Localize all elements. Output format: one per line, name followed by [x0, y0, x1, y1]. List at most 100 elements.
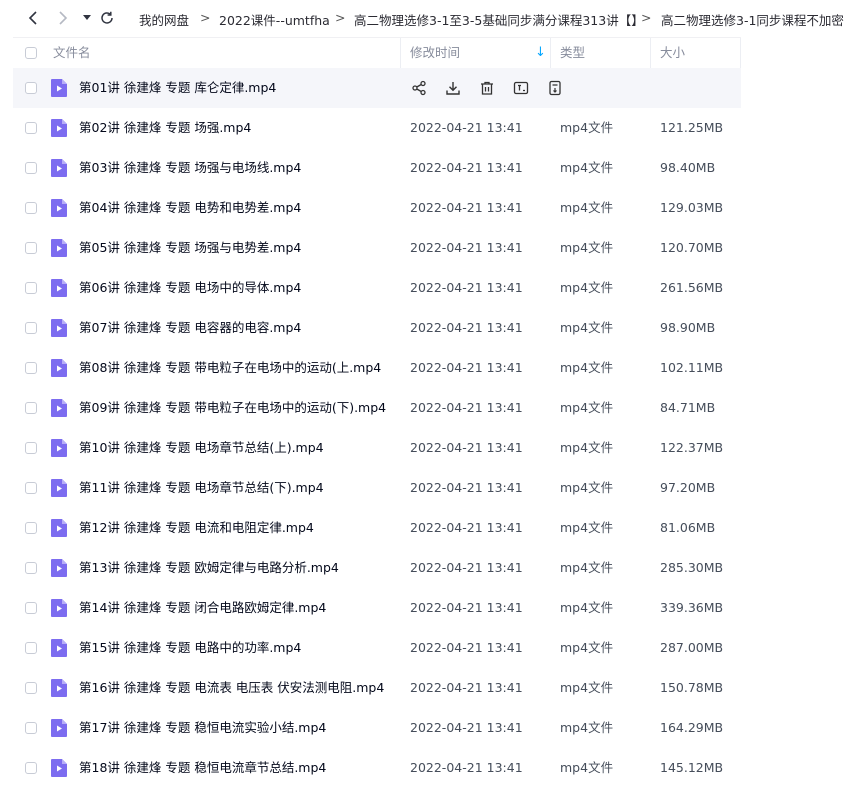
row-checkbox[interactable] — [25, 362, 37, 374]
file-row[interactable]: 第06讲 徐建烽 专题 电场中的导体.mp4 2022-04-21 13:41 mp… — [13, 268, 741, 308]
row-checkbox[interactable] — [25, 682, 37, 694]
file-size: 285.30MB — [660, 560, 724, 575]
top-navigation-bar: 我的网盘 > 2022课件--umtfha > 高二物理选修3-1至3-5基础同… — [0, 0, 846, 36]
row-checkbox[interactable] — [25, 442, 37, 454]
file-type: mp4文件 — [560, 360, 614, 375]
history-dropdown-button[interactable] — [76, 7, 98, 29]
modified-time: 2022-04-21 13:41 — [410, 720, 523, 735]
more-icon — [547, 80, 563, 96]
file-row[interactable]: 第13讲 徐建烽 专题 欧姆定律与电路分析.mp4 2022-04-21 13:4… — [13, 548, 741, 588]
row-checkbox[interactable] — [25, 762, 37, 774]
file-name[interactable]: 第03讲 徐建烽 专题 场强与电场线.mp4 — [79, 148, 301, 188]
refresh-icon — [101, 11, 113, 24]
file-row[interactable]: 第04讲 徐建烽 专题 电势和电势差.mp4 2022-04-21 13:41 mp… — [13, 188, 741, 228]
modified-time: 2022-04-21 13:41 — [410, 600, 523, 615]
file-name[interactable]: 第05讲 徐建烽 专题 场强与电势差.mp4 — [79, 228, 301, 268]
file-name[interactable]: 第06讲 徐建烽 专题 电场中的导体.mp4 — [79, 268, 301, 308]
file-name[interactable]: 第10讲 徐建烽 专题 电场章节总结(上).mp4 — [79, 428, 324, 468]
back-button[interactable] — [22, 7, 44, 29]
row-checkbox[interactable] — [25, 242, 37, 254]
row-checkbox[interactable] — [25, 562, 37, 574]
file-name[interactable]: 第11讲 徐建烽 专题 电场章节总结(下).mp4 — [79, 468, 324, 508]
sort-descending-icon[interactable]: ↓ — [535, 38, 546, 68]
file-size: 164.29MB — [660, 720, 724, 735]
file-row[interactable]: 第14讲 徐建烽 专题 闭合电路欧姆定律.mp4 2022-04-21 13:41… — [13, 588, 741, 628]
video-file-icon — [51, 79, 67, 97]
modified-time: 2022-04-21 13:41 — [410, 560, 523, 575]
video-file-icon — [51, 199, 67, 217]
file-row[interactable]: 第05讲 徐建烽 专题 场强与电势差.mp4 2022-04-21 13:41 mp… — [13, 228, 741, 268]
refresh-button[interactable] — [96, 7, 118, 29]
file-size: 120.70MB — [660, 240, 724, 255]
file-name[interactable]: 第02讲 徐建烽 专题 场强.mp4 — [79, 108, 251, 148]
chevron-left-icon — [28, 11, 37, 25]
file-name[interactable]: 第01讲 徐建烽 专题 库仑定律.mp4 — [79, 68, 276, 108]
row-checkbox[interactable] — [25, 482, 37, 494]
column-header-size[interactable]: 大小 — [660, 38, 685, 68]
row-checkbox[interactable] — [25, 322, 37, 334]
video-file-icon — [51, 279, 67, 297]
file-row[interactable]: 第03讲 徐建烽 专题 场强与电场线.mp4 2022-04-21 13:41 mp… — [13, 148, 741, 188]
file-name[interactable]: 第04讲 徐建烽 专题 电势和电势差.mp4 — [79, 188, 301, 228]
file-row[interactable]: 第15讲 徐建烽 专题 电路中的功率.mp4 2022-04-21 13:41 mp… — [13, 628, 741, 668]
breadcrumb-item[interactable]: 2022课件--umtfha — [219, 10, 330, 29]
file-size: 98.40MB — [660, 160, 716, 175]
breadcrumb-current: 高二物理选修3-1同步课程不加密 徐 — [661, 13, 846, 28]
file-row[interactable]: 第01讲 徐建烽 专题 库仑定律.mp4 — [13, 68, 741, 108]
file-row[interactable]: 第18讲 徐建烽 专题 稳恒电流章节总结.mp4 2022-04-21 13:41… — [13, 748, 741, 788]
share-button[interactable] — [410, 79, 428, 97]
file-name[interactable]: 第12讲 徐建烽 专题 电流和电阻定律.mp4 — [79, 508, 314, 548]
file-name[interactable]: 第09讲 徐建烽 专题 带电粒子在电场中的运动(下).mp4 — [79, 388, 386, 428]
row-checkbox[interactable] — [25, 522, 37, 534]
rename-button[interactable] — [512, 79, 530, 97]
row-checkbox[interactable] — [25, 642, 37, 654]
modified-time: 2022-04-21 13:41 — [410, 280, 523, 295]
row-checkbox[interactable] — [25, 402, 37, 414]
file-row[interactable]: 第09讲 徐建烽 专题 带电粒子在电场中的运动(下).mp4 2022-04-21… — [13, 388, 741, 428]
file-row[interactable]: 第10讲 徐建烽 专题 电场章节总结(上).mp4 2022-04-21 13:4… — [13, 428, 741, 468]
more-button[interactable] — [546, 79, 564, 97]
forward-button[interactable] — [52, 7, 74, 29]
video-file-icon — [51, 399, 67, 417]
file-row[interactable]: 第17讲 徐建烽 专题 稳恒电流实验小结.mp4 2022-04-21 13:41… — [13, 708, 741, 748]
select-all-checkbox[interactable] — [25, 47, 37, 59]
row-checkbox[interactable] — [25, 202, 37, 214]
column-header-type[interactable]: 类型 — [560, 38, 585, 68]
modified-time: 2022-04-21 13:41 — [410, 480, 523, 495]
file-name[interactable]: 第17讲 徐建烽 专题 稳恒电流实验小结.mp4 — [79, 708, 326, 748]
file-name[interactable]: 第13讲 徐建烽 专题 欧姆定律与电路分析.mp4 — [79, 548, 339, 588]
file-row[interactable]: 第11讲 徐建烽 专题 电场章节总结(下).mp4 2022-04-21 13:4… — [13, 468, 741, 508]
file-name[interactable]: 第07讲 徐建烽 专题 电容器的电容.mp4 — [79, 308, 301, 348]
file-name[interactable]: 第08讲 徐建烽 专题 带电粒子在电场中的运动(上.mp4 — [79, 348, 381, 388]
row-checkbox[interactable] — [25, 602, 37, 614]
file-row[interactable]: 第12讲 徐建烽 专题 电流和电阻定律.mp4 2022-04-21 13:41 m… — [13, 508, 741, 548]
column-header-name[interactable]: 文件名 — [53, 38, 91, 68]
video-file-icon — [51, 639, 67, 657]
file-size: 81.06MB — [660, 520, 716, 535]
file-row[interactable]: 第07讲 徐建烽 专题 电容器的电容.mp4 2022-04-21 13:41 mp… — [13, 308, 741, 348]
column-header-modified-time[interactable]: 修改时间 — [410, 38, 460, 68]
video-file-icon — [51, 239, 67, 257]
file-row[interactable]: 第16讲 徐建烽 专题 电流表 电压表 伏安法测电阻.mp4 2022-04-21… — [13, 668, 741, 708]
video-file-icon — [51, 159, 67, 177]
breadcrumb-separator: > — [200, 10, 211, 25]
file-name[interactable]: 第18讲 徐建烽 专题 稳恒电流章节总结.mp4 — [79, 748, 326, 788]
file-size: 84.71MB — [660, 400, 716, 415]
row-checkbox[interactable] — [25, 122, 37, 134]
file-row[interactable]: 第02讲 徐建烽 专题 场强.mp4 2022-04-21 13:41 mp4文件 1… — [13, 108, 741, 148]
breadcrumb-item[interactable]: 高二物理选修3-1至3-5基础同步满分课程313讲【】 — [354, 10, 644, 29]
delete-button[interactable] — [478, 79, 496, 97]
row-checkbox[interactable] — [25, 162, 37, 174]
file-name[interactable]: 第15讲 徐建烽 专题 电路中的功率.mp4 — [79, 628, 301, 668]
row-checkbox[interactable] — [25, 82, 37, 94]
download-button[interactable] — [444, 79, 462, 97]
file-name[interactable]: 第14讲 徐建烽 专题 闭合电路欧姆定律.mp4 — [79, 588, 326, 628]
column-divider — [400, 38, 401, 68]
delete-icon — [479, 80, 495, 96]
breadcrumb-root[interactable]: 我的网盘 — [139, 10, 189, 29]
row-checkbox[interactable] — [25, 722, 37, 734]
file-type: mp4文件 — [560, 640, 614, 655]
file-row[interactable]: 第08讲 徐建烽 专题 带电粒子在电场中的运动(上.mp4 2022-04-21 … — [13, 348, 741, 388]
file-name[interactable]: 第16讲 徐建烽 专题 电流表 电压表 伏安法测电阻.mp4 — [79, 668, 384, 708]
row-checkbox[interactable] — [25, 282, 37, 294]
